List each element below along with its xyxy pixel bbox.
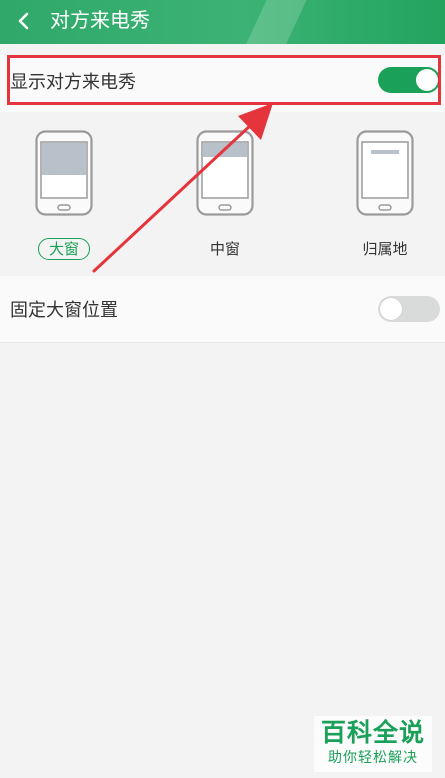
option-large-window-label: 大窗 [4,238,124,260]
row-divider [0,342,445,343]
display-size-options: 大窗 中窗 归属地 [0,112,445,275]
option-medium-window-label: 中窗 [209,240,240,258]
watermark-logo: 百科全说 助你轻松解决 [314,716,432,772]
watermark-subtitle: 助你轻松解决 [328,750,418,766]
phone-medium-window-icon [196,130,254,216]
show-caller-show-toggle[interactable] [378,67,440,93]
watermark-title: 百科全说 [320,718,425,747]
page-title: 对方来电秀 [50,8,150,32]
fixed-large-window-row[interactable]: 固定大窗位置 [0,276,445,342]
phone-large-window-icon [35,130,93,216]
option-location[interactable]: 归属地 [325,112,445,275]
app-header: 对方来电秀 [0,0,445,44]
show-caller-show-row[interactable]: 显示对方来电秀 [0,55,445,113]
option-large-window[interactable]: 大窗 [4,112,124,275]
fixed-large-window-label: 固定大窗位置 [10,300,118,321]
toggle-knob [380,298,402,320]
option-medium-window[interactable]: 中窗 [165,112,285,275]
option-location-label: 归属地 [362,240,408,258]
header-sheen [238,0,312,44]
toggle-knob [416,69,438,91]
phone-location-icon [356,130,414,216]
show-caller-show-label: 显示对方来电秀 [10,72,136,93]
fixed-large-window-toggle[interactable] [378,296,440,322]
back-arrow-icon[interactable] [10,7,38,35]
